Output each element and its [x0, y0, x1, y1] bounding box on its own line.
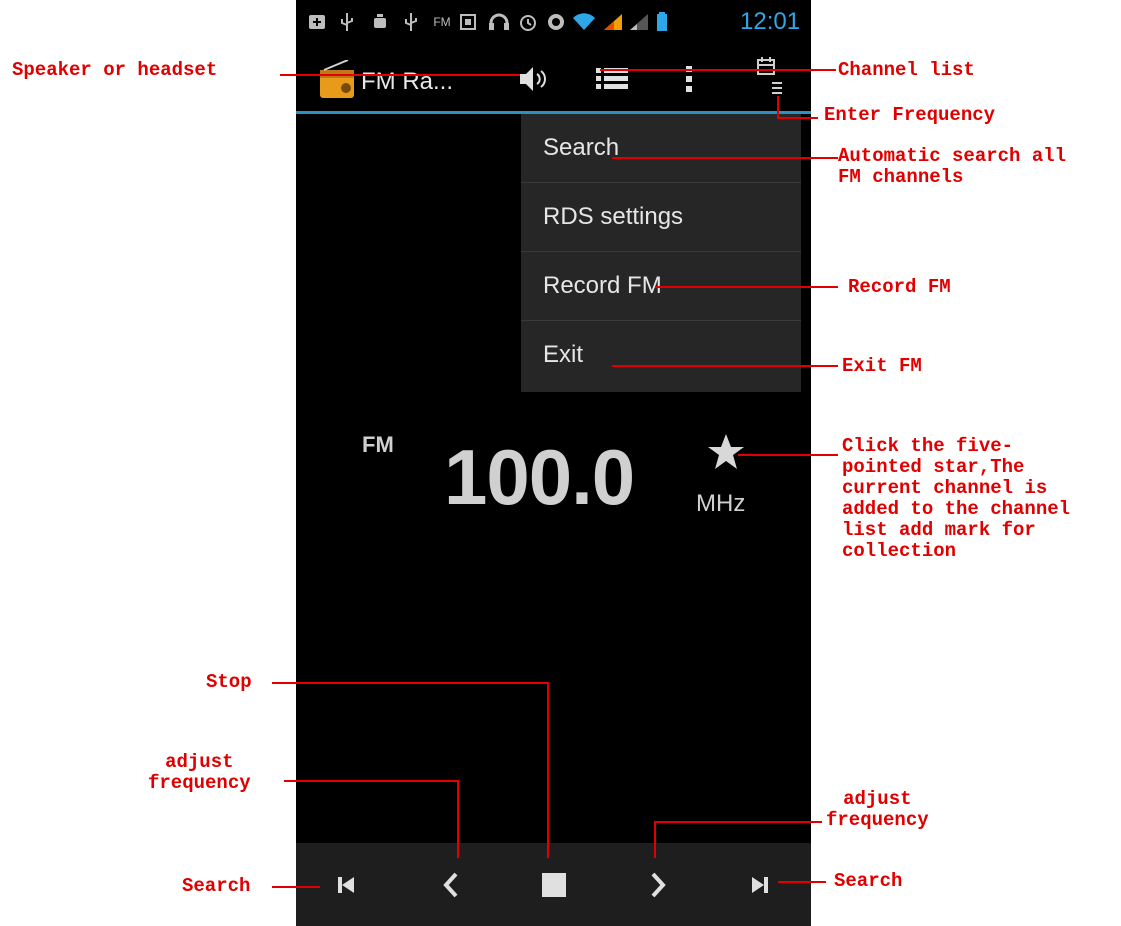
control-bar [296, 843, 811, 926]
annotation-speaker: Speaker or headset [12, 59, 218, 81]
headset-icon [488, 13, 510, 31]
frequency-up-button[interactable] [638, 865, 678, 905]
status-time: 12:01 [740, 8, 801, 35]
stop-button[interactable] [534, 865, 574, 905]
overflow-menu-icon[interactable] [684, 64, 694, 94]
menu-item-label: Search [543, 134, 620, 161]
menu-item-record-fm[interactable]: Record FM [521, 252, 801, 321]
menu-item-rds-settings[interactable]: RDS settings [521, 183, 801, 252]
wifi-icon [572, 13, 596, 31]
status-bar: FM 12:01 [296, 0, 811, 44]
band-label: FM [362, 432, 394, 457]
annotation-adjust-left: adjust frequency [148, 751, 251, 794]
annotation-enter-frequency: Enter Frequency [824, 104, 996, 126]
sync-icon [546, 13, 566, 31]
annotation-exit: Exit FM [842, 355, 922, 377]
menu-item-exit[interactable]: Exit [521, 321, 801, 389]
phone-screen: FM 12:01 FM Ra... Search RDS settings Re… [296, 0, 811, 926]
usb-connection-icon [404, 13, 418, 31]
search-previous-button[interactable] [326, 865, 366, 905]
annotation-channel-list: Channel list [838, 59, 975, 81]
menu-item-search[interactable]: Search [521, 114, 801, 183]
menu-item-label: RDS settings [543, 203, 684, 230]
signal-strength-icon [602, 13, 624, 31]
menu-item-label: Record FM [543, 272, 662, 299]
battery-icon [656, 12, 668, 31]
favorite-star-icon[interactable] [706, 432, 746, 472]
radio-app-icon[interactable] [318, 59, 356, 100]
annotation-adjust-right: adjust frequency [826, 788, 929, 831]
enter-frequency-icon[interactable] [756, 54, 788, 100]
frequency-unit: MHz [696, 490, 746, 517]
annotation-record: Record FM [848, 276, 951, 298]
menu-item-label: Exit [543, 341, 584, 368]
search-next-button[interactable] [740, 865, 780, 905]
frequency-down-button[interactable] [431, 865, 471, 905]
signal-strength-2-icon [628, 13, 650, 31]
sim-card-icon [460, 13, 476, 31]
alarm-icon [518, 13, 538, 31]
usb-icon [340, 13, 354, 31]
annotation-search-left: Search [182, 875, 251, 897]
overflow-menu: Search RDS settings Record FM Exit [521, 114, 801, 392]
action-bar: FM Ra... [296, 48, 811, 110]
channel-list-icon[interactable] [596, 64, 628, 94]
frequency-value: 100.0 [444, 433, 635, 521]
annotation-search-right: Search [834, 870, 903, 892]
android-debug-icon [372, 13, 388, 31]
annotation-auto-search: Automatic search all FM channels [838, 145, 1067, 188]
app-title: FM Ra... [361, 68, 454, 95]
fm-status-icon: FM [433, 15, 451, 29]
notification-plus-icon [308, 13, 326, 31]
annotation-star: Click the five- pointed star,The current… [842, 435, 1071, 562]
speaker-icon[interactable] [516, 64, 550, 94]
annotation-stop: Stop [206, 671, 252, 693]
